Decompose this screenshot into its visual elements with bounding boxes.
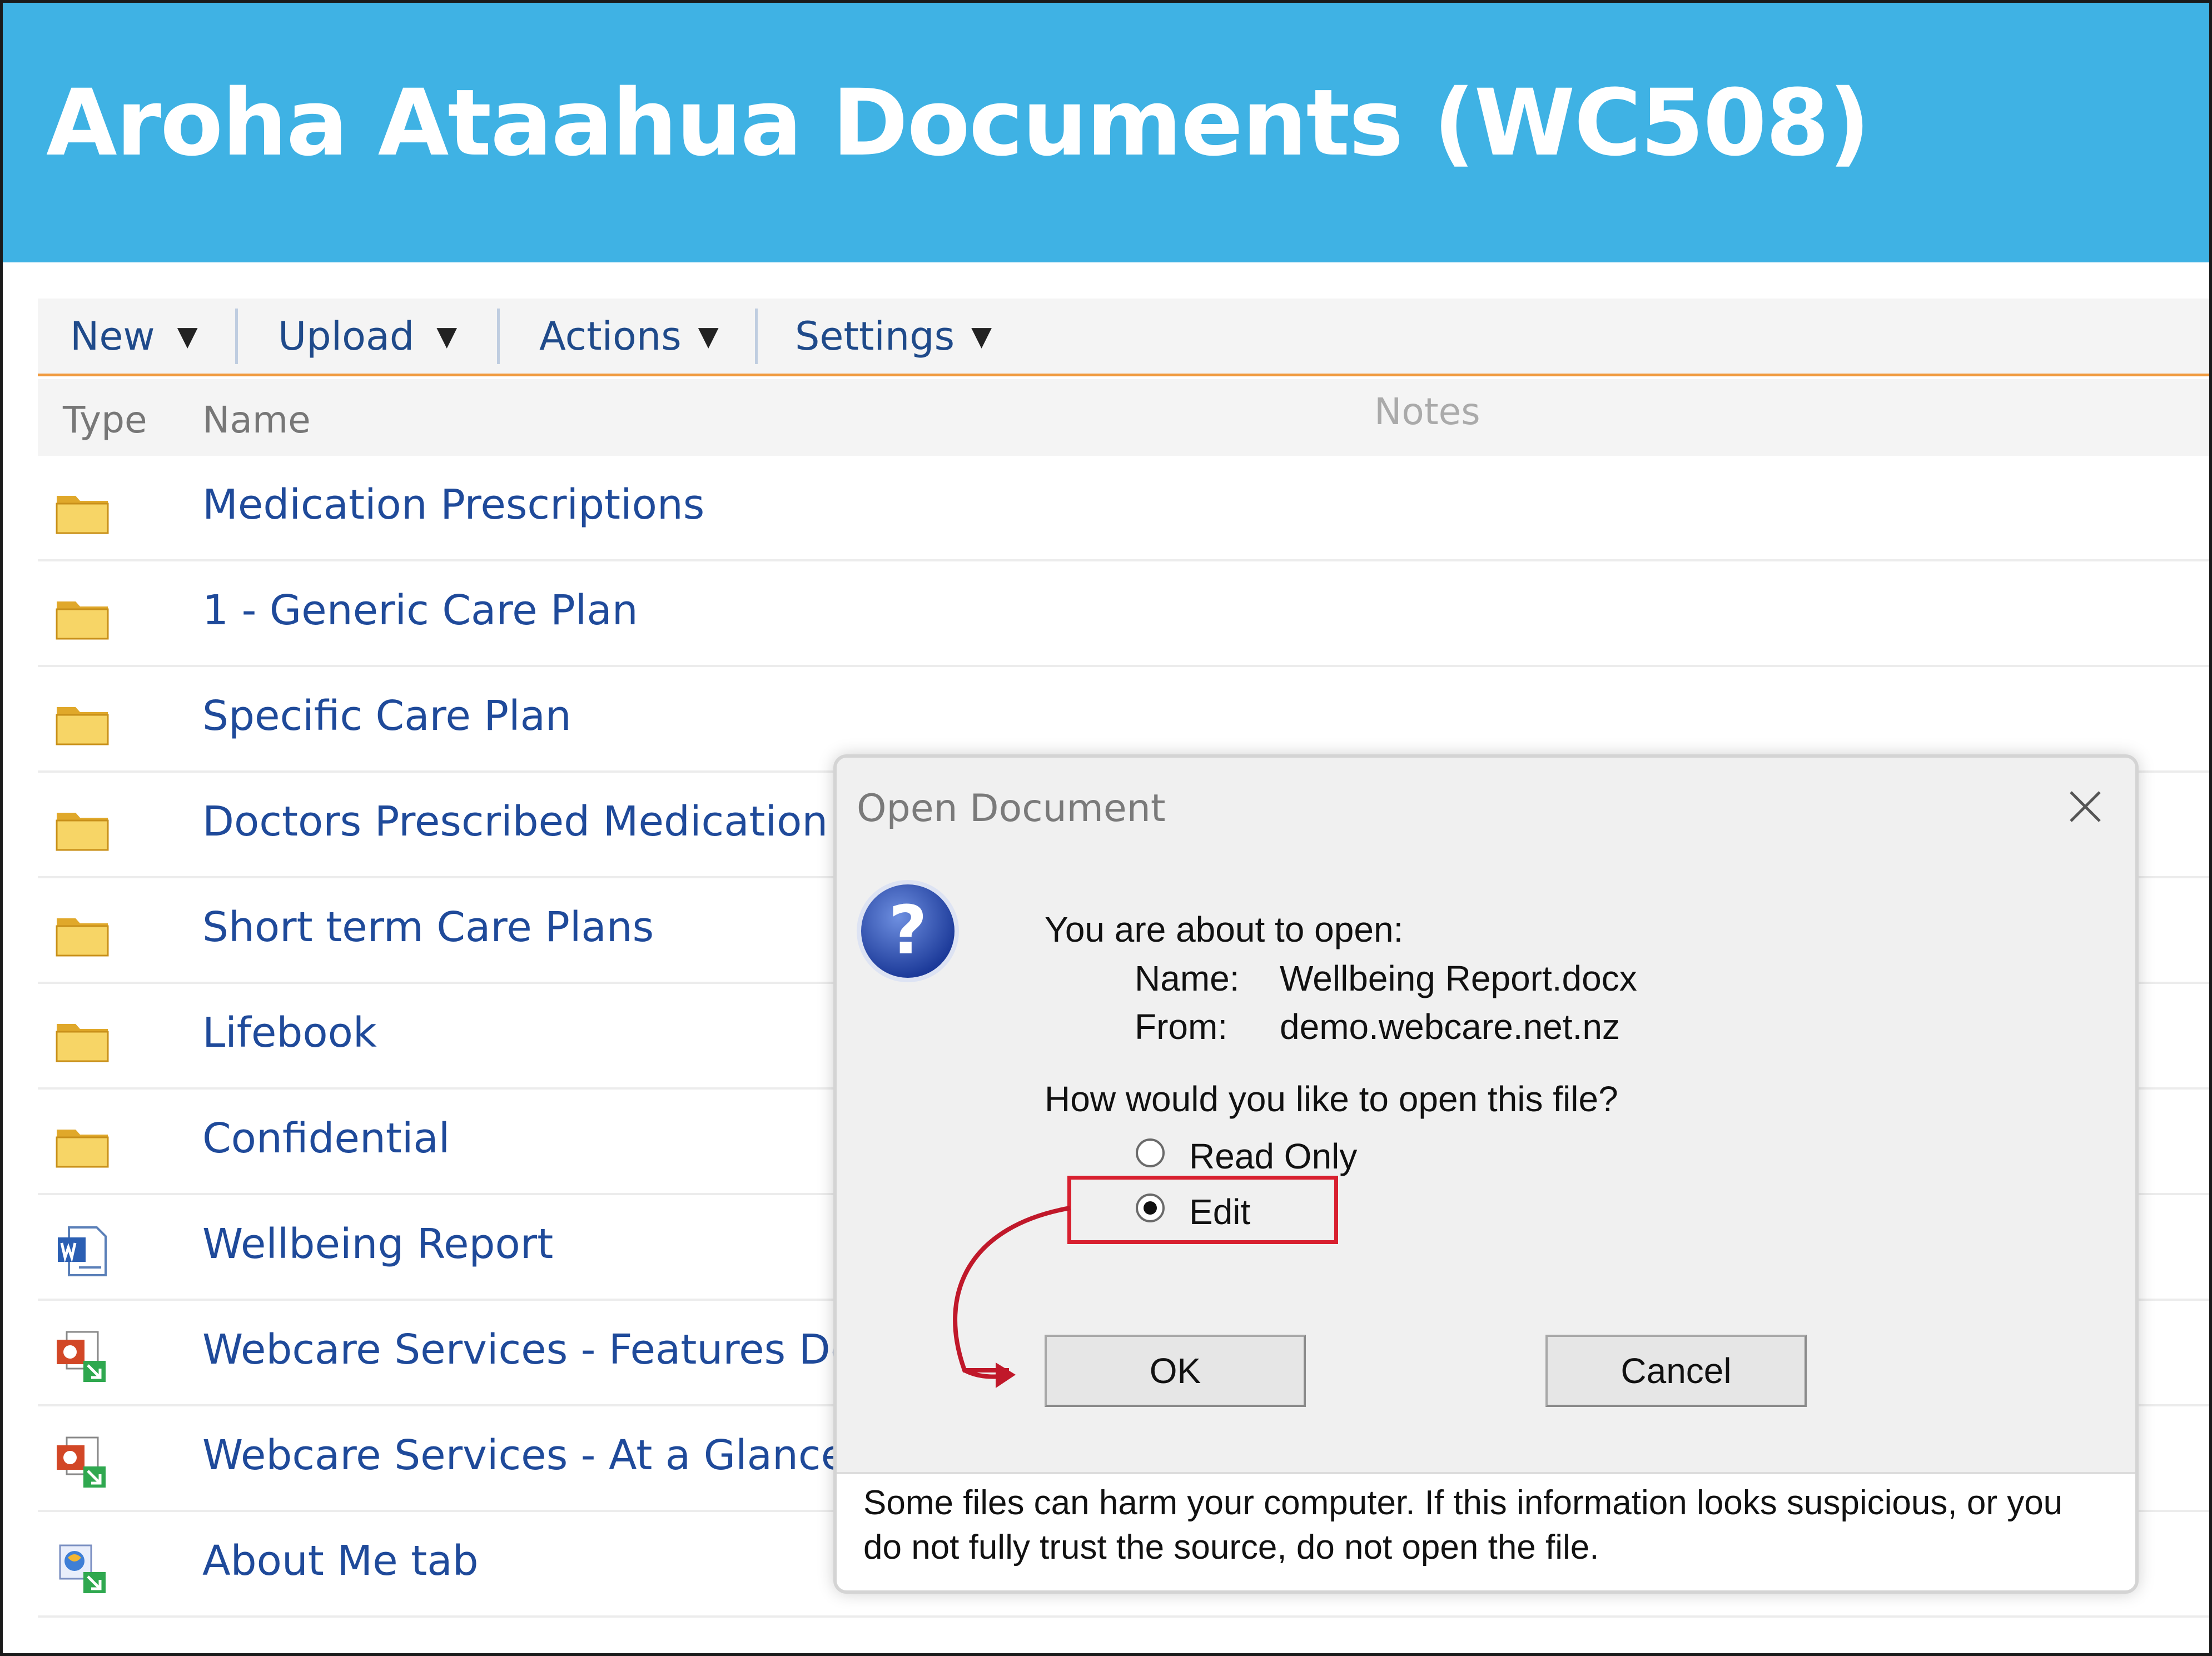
document-link[interactable]: Webcare Services - At a Glance [202, 1431, 846, 1479]
document-link[interactable]: About Me tab [202, 1537, 479, 1585]
document-link[interactable]: 1 - Generic Care Plan [202, 586, 638, 634]
name-label: Name: [1135, 958, 1240, 998]
actions-menu-button[interactable]: Actions ▼ [539, 299, 719, 374]
folder-icon [56, 918, 109, 957]
file-name-value: Wellbeing Report.docx [1280, 958, 1637, 998]
list-item[interactable]: 1 - Generic Care Plan [38, 561, 2209, 667]
caret-down-icon: ▼ [971, 320, 992, 352]
svg-text:?: ? [888, 892, 927, 969]
settings-menu-button[interactable]: Settings ▼ [795, 299, 992, 374]
open-question-text: How would you like to open this file? [1045, 1079, 1618, 1119]
security-warning-text: Some files can harm your computer. If th… [863, 1484, 2063, 1567]
settings-label: Settings [795, 313, 955, 359]
upload-label: Upload [278, 313, 415, 359]
document-link[interactable]: Confidential [202, 1115, 450, 1162]
dialog-intro-text: You are about to open: [1045, 909, 1404, 949]
document-link[interactable]: Short term Care Plans [202, 903, 654, 951]
folder-icon [56, 707, 109, 745]
caret-down-icon: ▼ [177, 320, 198, 352]
toolbar: New ▼ Upload ▼ Actions ▼ Settings ▼ [38, 299, 2209, 376]
folder-icon [56, 496, 109, 534]
column-header-row: Type Name Notes [38, 379, 2209, 456]
document-link[interactable]: Lifebook [202, 1009, 377, 1057]
folder-icon [56, 1024, 109, 1062]
list-item[interactable]: Medication Prescriptions [38, 456, 2209, 561]
column-header-notes[interactable]: Notes [1374, 390, 1480, 433]
read-only-radio[interactable] [1135, 1137, 1166, 1168]
presentation-shortcut-icon [57, 1436, 106, 1488]
column-header-type[interactable]: Type [63, 399, 147, 441]
upload-menu-button[interactable]: Upload ▼ [278, 299, 457, 374]
question-icon: ? [857, 880, 959, 982]
folder-icon [56, 813, 109, 851]
document-link[interactable]: Specific Care Plan [202, 692, 571, 740]
close-icon[interactable] [2063, 784, 2107, 829]
folder-icon [56, 1130, 109, 1168]
dialog-warning-area: Some files can harm your computer. If th… [837, 1472, 2135, 1590]
read-only-label[interactable]: Read Only [1189, 1136, 1357, 1177]
from-label: From: [1135, 1007, 1228, 1047]
web-shortcut-icon [59, 1544, 106, 1593]
toolbar-divider [235, 309, 238, 364]
callout-arrow-icon [953, 1206, 1071, 1388]
document-link[interactable]: Wellbeing Report [202, 1220, 553, 1268]
edit-option-callout [1067, 1176, 1338, 1244]
caret-down-icon: ▼ [698, 320, 719, 352]
page-header: Aroha Ataahua Documents (WC508) [3, 3, 2209, 262]
page-title: Aroha Ataahua Documents (WC508) [46, 69, 1870, 176]
column-header-name[interactable]: Name [202, 399, 311, 441]
dialog-title-bar: Open Document [837, 758, 2135, 863]
actions-label: Actions [539, 313, 682, 359]
toolbar-divider [497, 309, 500, 364]
caret-down-icon: ▼ [436, 320, 458, 352]
document-link[interactable]: Webcare Services - Features Demo [202, 1326, 921, 1374]
new-menu-button[interactable]: New ▼ [70, 299, 198, 374]
presentation-shortcut-icon [57, 1331, 106, 1382]
document-link[interactable]: Medication Prescriptions [202, 481, 704, 529]
toolbar-divider [755, 309, 758, 364]
ok-button[interactable]: OK [1045, 1335, 1306, 1407]
new-label: New [70, 313, 155, 359]
from-value: demo.webcare.net.nz [1280, 1007, 1620, 1047]
word-document-icon [58, 1226, 107, 1276]
cancel-button[interactable]: Cancel [1545, 1335, 1807, 1407]
dialog-title: Open Document [857, 787, 1166, 831]
screenshot-frame: Aroha Ataahua Documents (WC508) New ▼ Up… [0, 0, 2212, 1656]
folder-icon [56, 601, 109, 640]
document-link[interactable]: Doctors Prescribed Medication Ch [202, 798, 896, 846]
open-document-dialog: Open Document ? You are about to open: N… [833, 754, 2139, 1594]
